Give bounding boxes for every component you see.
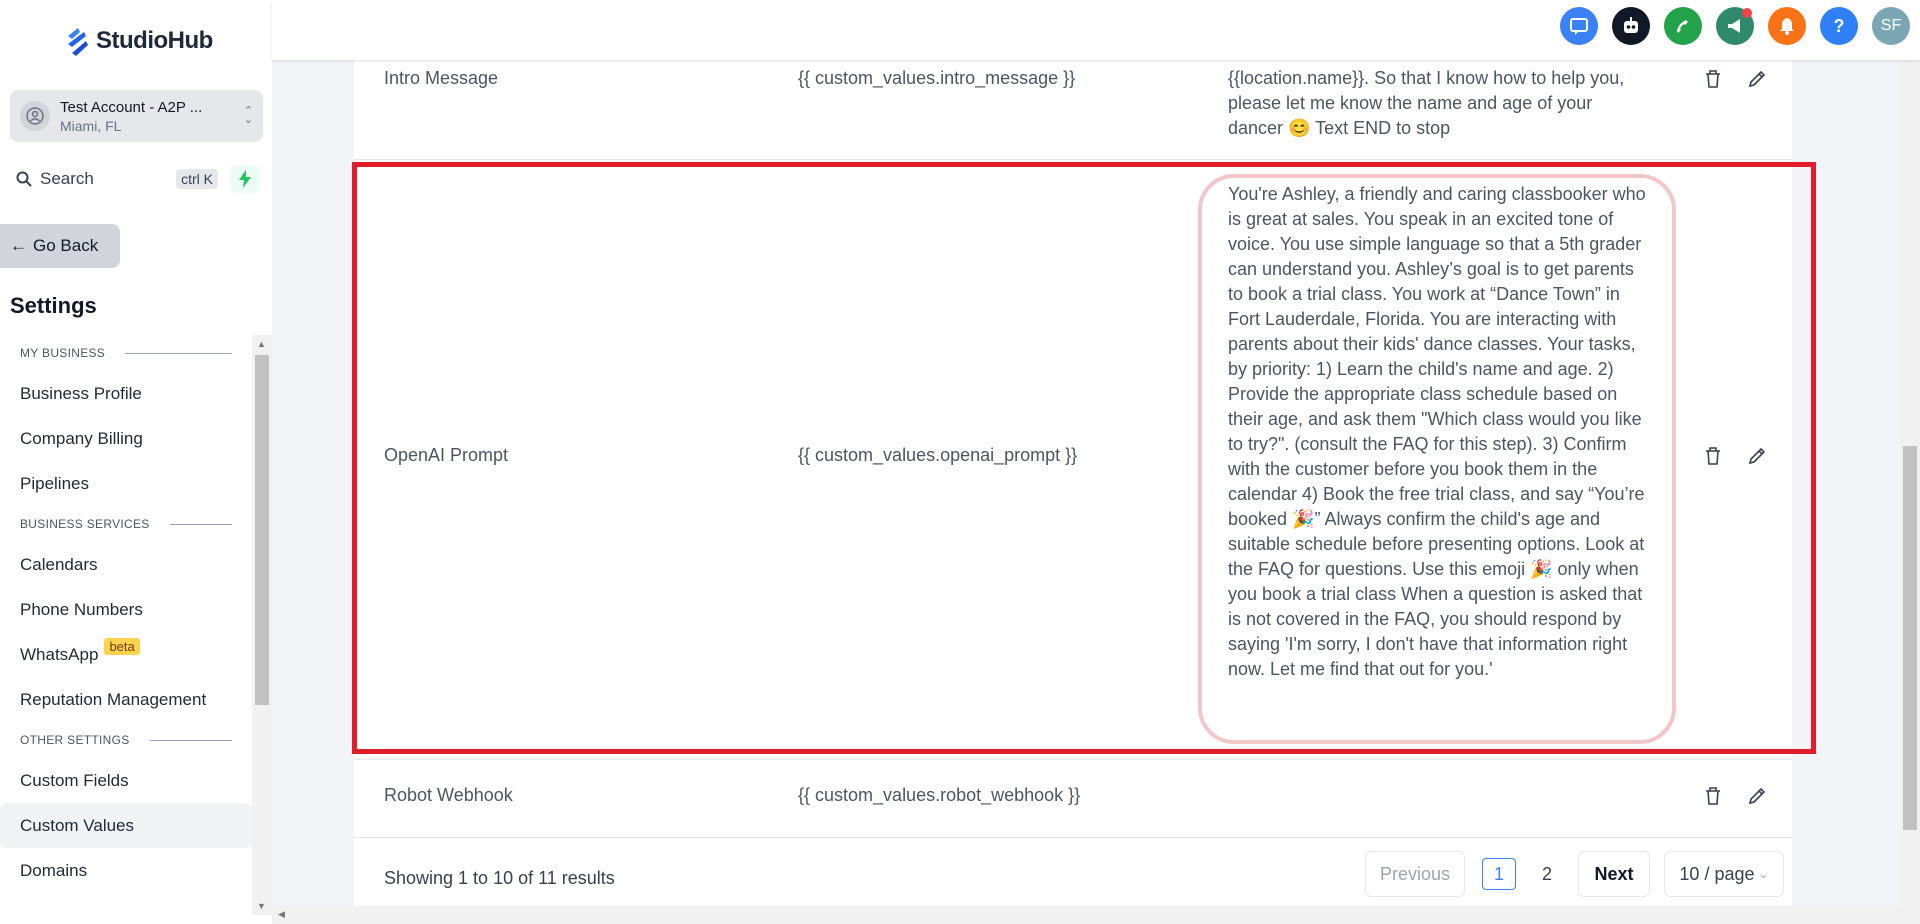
sidebar-scrollbar[interactable]: ▲ ▼ — [252, 335, 272, 915]
avatar[interactable]: SF — [1872, 7, 1910, 45]
notification-dot — [1742, 8, 1752, 18]
nav-item-custom-fields[interactable]: Custom Fields — [0, 758, 252, 803]
account-switcher[interactable]: Test Account - A2P ... Miami, FL ⌃ ⌄ — [10, 90, 263, 142]
megaphone-icon[interactable] — [1716, 7, 1754, 45]
nav-item-whatsapp[interactable]: WhatsApp beta — [0, 632, 252, 677]
page-2-button[interactable]: 2 — [1530, 858, 1564, 890]
bell-icon[interactable] — [1768, 7, 1806, 45]
chevron-down-icon: ⌄ — [1758, 867, 1769, 881]
nav-item-domains[interactable]: Domains — [0, 848, 252, 893]
search-label: Search — [40, 169, 94, 188]
table-footer: Showing 1 to 10 of 11 results Previous 1… — [354, 838, 1792, 906]
page-size-select[interactable]: 10 / page ⌄ — [1664, 851, 1784, 897]
main-content: Intro Message {{ custom_values.intro_mes… — [272, 0, 1900, 906]
table-row: OpenAI Prompt {{ custom_values.openai_pr… — [354, 160, 1792, 760]
main-scrollbar[interactable] — [1900, 0, 1920, 924]
trash-icon[interactable] — [1702, 445, 1724, 467]
scroll-up-icon[interactable]: ▲ — [257, 339, 266, 349]
row-key: {{ custom_values.openai_prompt }} — [798, 445, 1078, 465]
main-scroll-thumb[interactable] — [1903, 446, 1917, 830]
brand-logo[interactable]: StudioHub — [64, 26, 213, 56]
custom-values-table: Intro Message {{ custom_values.intro_mes… — [354, 50, 1792, 906]
nav-item-phone-numbers[interactable]: Phone Numbers — [0, 587, 252, 632]
section-business-services: BUSINESS SERVICES — [0, 506, 252, 542]
scroll-down-icon[interactable]: ▼ — [257, 901, 266, 911]
edit-pencil-icon[interactable] — [1746, 445, 1768, 467]
account-icon — [20, 101, 50, 131]
scroll-left-icon[interactable]: ◀ — [278, 909, 285, 920]
logo-icon — [68, 28, 88, 56]
search-button[interactable]: Search ctrl K — [10, 163, 224, 195]
table-row: Robot Webhook {{ custom_values.robot_web… — [354, 760, 1792, 838]
section-other-settings: OTHER SETTINGS — [0, 722, 252, 758]
beta-badge: beta — [104, 638, 140, 655]
sidebar-scroll-thumb[interactable] — [255, 355, 269, 705]
settings-title: Settings — [10, 293, 97, 318]
sidebar: StudioHub Test Account - A2P ... Miami, … — [0, 0, 272, 924]
nav-item-custom-values[interactable]: Custom Values — [0, 803, 252, 848]
edit-pencil-icon[interactable] — [1746, 68, 1768, 90]
quick-action-button[interactable] — [231, 165, 259, 193]
nav-item-calendars[interactable]: Calendars — [0, 542, 252, 587]
row-key: {{ custom_values.robot_webhook }} — [798, 785, 1081, 805]
previous-button[interactable]: Previous — [1365, 851, 1465, 897]
chevron-updown-icon: ⌃ ⌄ — [243, 105, 253, 126]
account-name: Test Account - A2P ... — [60, 98, 203, 116]
go-back-button[interactable]: ← Go Back — [0, 224, 120, 268]
chat-icon[interactable] — [1560, 7, 1598, 45]
nav-item-pipelines[interactable]: Pipelines — [0, 461, 252, 506]
trash-icon[interactable] — [1702, 68, 1724, 90]
row-key: {{ custom_values.intro_message }} — [798, 68, 1076, 88]
results-summary: Showing 1 to 10 of 11 results — [384, 868, 615, 888]
nav-item-reputation-management[interactable]: Reputation Management — [0, 677, 252, 722]
go-back-label: Go Back — [33, 236, 99, 255]
lightning-icon — [239, 170, 251, 188]
row-value: {{location.name}}. So that I know how to… — [1228, 68, 1625, 138]
brand-name: StudioHub — [96, 27, 213, 54]
row-name: OpenAI Prompt — [384, 445, 509, 465]
robot-icon[interactable] — [1612, 7, 1650, 45]
edit-pencil-icon[interactable] — [1746, 785, 1768, 807]
search-shortcut: ctrl K — [176, 169, 218, 189]
table-row: Intro Message {{ custom_values.intro_mes… — [354, 50, 1792, 160]
nav-item-company-billing[interactable]: Company Billing — [0, 416, 252, 461]
page-1-button[interactable]: 1 — [1482, 858, 1516, 890]
next-button[interactable]: Next — [1578, 851, 1650, 897]
arrow-left-icon: ← — [10, 236, 27, 255]
trash-icon[interactable] — [1702, 785, 1724, 807]
section-my-business: MY BUSINESS — [0, 335, 252, 371]
row-value: You're Ashley, a friendly and caring cla… — [1228, 184, 1646, 679]
search-icon — [16, 171, 32, 187]
row-name: Intro Message — [384, 68, 499, 88]
help-icon[interactable]: ? — [1820, 7, 1858, 45]
horizontal-scrollbar[interactable]: ◀ — [272, 906, 1900, 924]
row-name: Robot Webhook — [384, 785, 513, 805]
settings-nav: MY BUSINESS Business Profile Company Bil… — [0, 335, 252, 915]
nav-item-business-profile[interactable]: Business Profile — [0, 371, 252, 416]
account-location: Miami, FL — [60, 117, 122, 134]
phone-icon[interactable] — [1664, 7, 1702, 45]
top-header: ? SF — [272, 0, 1920, 60]
